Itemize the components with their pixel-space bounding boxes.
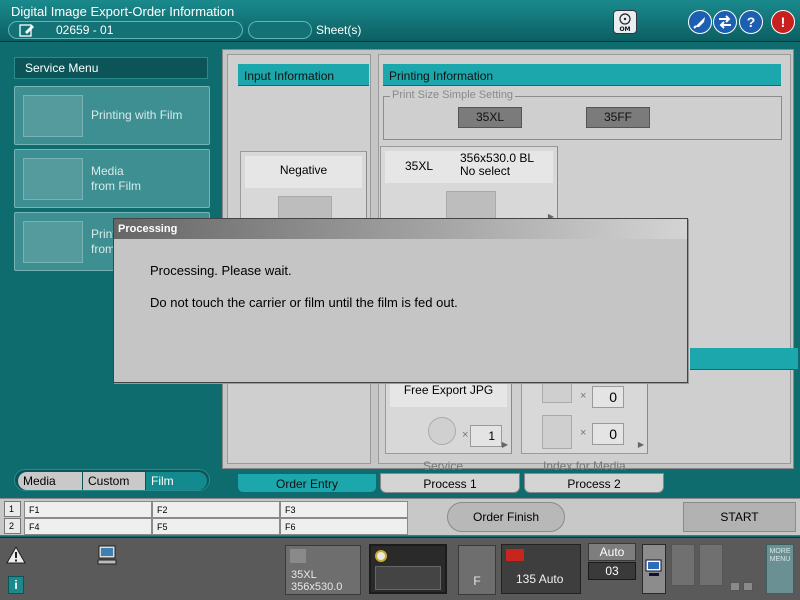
negative-label: Negative <box>279 163 328 177</box>
title-bar: Digital Image Export-Order Information 0… <box>0 0 800 42</box>
selected-size: 35XL <box>405 159 434 173</box>
film-carrier-status: 135 Auto <box>501 544 581 594</box>
service-item-label: Print from <box>91 226 116 256</box>
index-quantity-b[interactable]: 0 <box>592 423 624 445</box>
warning-icon[interactable] <box>6 546 26 564</box>
f3-button[interactable]: F3 <box>280 501 408 518</box>
output-header <box>690 348 798 370</box>
swap-arrows-icon[interactable] <box>713 10 737 34</box>
function-key-row: 1 2 F1 F2 F3 F4 F5 F6 Order Finish START <box>0 498 800 536</box>
media-print-icon <box>23 221 83 263</box>
input-information-header: Input Information <box>238 64 369 86</box>
tool-icon <box>699 544 723 586</box>
service-quantity[interactable]: 1 <box>470 425 502 447</box>
computer-icon[interactable] <box>642 544 666 594</box>
service-item-label: Media from Film <box>91 163 141 193</box>
dialog-message-warning: Do not touch the carrier or film until t… <box>150 295 458 310</box>
times-icon: × <box>462 429 469 441</box>
index-caption: Index for Media <box>543 459 626 473</box>
index-thumb-icon <box>542 381 572 403</box>
status-bar: i 35XL 356x530.0 F 135 Auto Auto 03 MORE… <box>0 537 800 600</box>
order-finish-button[interactable]: Order Finish <box>447 502 565 532</box>
service-item-label: Printing with Film <box>91 108 183 122</box>
print-size-card[interactable]: 35XL 356x530.0 BL No select ▶ <box>380 146 558 226</box>
next-page-icon[interactable] <box>743 582 753 591</box>
printing-with-film-button[interactable]: Printing with Film <box>14 86 210 145</box>
f6-button[interactable]: F6 <box>280 518 408 535</box>
film-mode-text: 135 Auto <box>516 572 564 586</box>
f2-button[interactable]: F2 <box>152 501 280 518</box>
index-grid-icon <box>542 415 572 449</box>
printing-information-header: Printing Information <box>383 64 781 86</box>
help-icon[interactable]: ? <box>739 10 763 34</box>
sheet-count-field[interactable] <box>248 21 312 39</box>
start-button[interactable]: START <box>683 502 796 532</box>
film-print-icon <box>23 95 83 137</box>
film-dimension-text: 356x530.0 <box>291 581 343 593</box>
computer-icon <box>97 545 117 565</box>
select-state: No select <box>460 164 511 178</box>
film-size-status: 35XL 356x530.0 <box>285 545 361 595</box>
svg-text:OM: OM <box>619 26 630 33</box>
alert-icon[interactable]: ! <box>771 10 795 34</box>
info-icon[interactable]: i <box>8 576 24 594</box>
print-size-legend: Print Size Simple Setting <box>390 89 516 101</box>
arrow-right-icon: ▶ <box>501 440 508 449</box>
f5-button[interactable]: F5 <box>152 518 280 535</box>
counter-display: 03 <box>588 562 636 580</box>
fkey-row-number: 2 <box>4 518 21 534</box>
fkey-row-number: 1 <box>4 501 21 517</box>
times-icon: × <box>580 427 587 439</box>
tab-media[interactable]: Media <box>18 472 82 490</box>
processing-dialog: Processing Processing. Please wait. Do n… <box>113 218 688 383</box>
service-menu-title: Service Menu <box>14 57 208 79</box>
film-size-text: 35XL <box>291 569 317 581</box>
f1-button[interactable]: F1 <box>24 501 152 518</box>
media-from-film-button[interactable]: Media from Film <box>14 149 210 208</box>
tab-process-2[interactable]: Process 2 <box>524 473 664 493</box>
f4-button[interactable]: F4 <box>24 518 152 535</box>
dialog-title: Processing <box>114 219 687 239</box>
disc-icon <box>375 550 387 562</box>
tab-process-1[interactable]: Process 1 <box>380 473 520 493</box>
people-photo-icon <box>446 191 496 221</box>
print-size-simple-setting: Print Size Simple Setting 35XL 35FF <box>383 89 782 140</box>
tab-custom[interactable]: Custom <box>83 472 145 490</box>
media-status <box>369 544 447 594</box>
times-icon: × <box>580 390 587 402</box>
media-disc-icon <box>23 158 83 200</box>
order-number: 02659 - 01 <box>56 23 114 37</box>
tab-order-entry[interactable]: Order Entry <box>237 473 377 493</box>
tab-film[interactable]: Film <box>146 472 207 490</box>
arrow-right-icon: ▶ <box>637 440 644 449</box>
sheet-label: Sheet(s) <box>316 23 362 37</box>
rocket-icon[interactable] <box>688 10 712 34</box>
index-quantity-a[interactable]: 0 <box>592 386 624 408</box>
dialog-message-wait: Processing. Please wait. <box>150 263 292 278</box>
free-export-label: Free Export JPG <box>403 383 494 397</box>
mode-tabs: Media Custom Film <box>14 469 210 491</box>
print-thumb-icon <box>290 549 306 563</box>
prev-page-icon[interactable] <box>730 582 740 591</box>
dvd-om-icon[interactable]: OM <box>613 10 637 34</box>
f-status: F <box>458 545 496 595</box>
f-label: F <box>473 574 481 588</box>
size-35xl-button[interactable]: 35XL <box>458 107 522 128</box>
edit-icon[interactable] <box>19 23 35 37</box>
more-menu-button[interactable]: MORE MENU <box>766 544 794 594</box>
auto-mode-button[interactable]: Auto <box>588 543 636 561</box>
service-caption: Service <box>423 459 464 473</box>
film-carrier-icon <box>506 549 524 561</box>
disc-icon <box>428 417 456 445</box>
window-title: Digital Image Export-Order Information <box>11 4 235 19</box>
scanner-icon <box>671 544 695 586</box>
media-slot <box>375 566 441 590</box>
selected-dimension: 356x530.0 BL No select <box>460 152 534 178</box>
order-number-field[interactable]: 02659 - 01 <box>8 21 243 39</box>
size-35ff-button[interactable]: 35FF <box>586 107 650 128</box>
